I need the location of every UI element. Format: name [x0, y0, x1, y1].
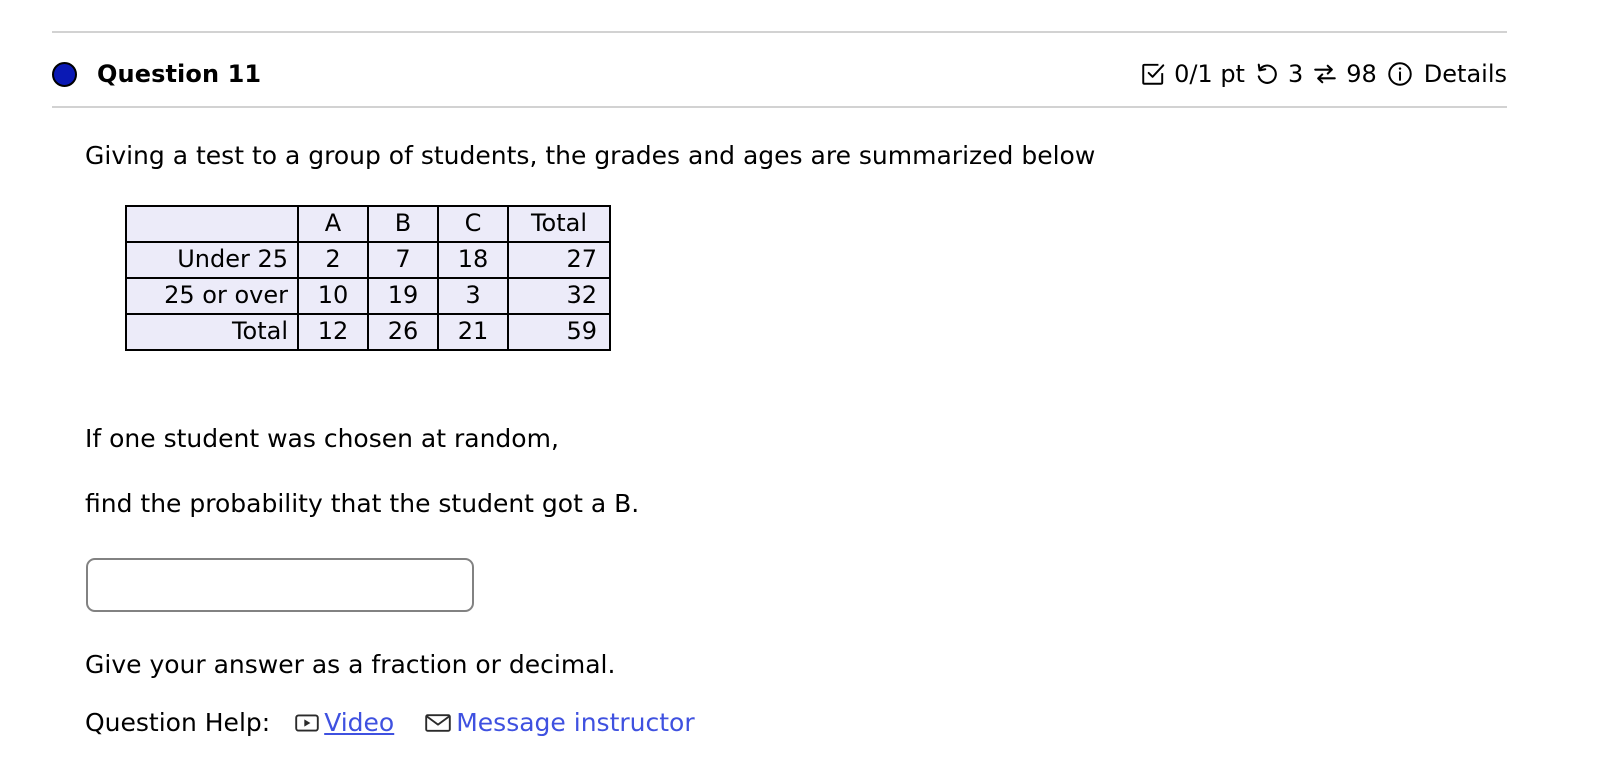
cell-total-a: 12 [297, 313, 369, 351]
views-value: 98 [1346, 60, 1377, 88]
answer-input[interactable] [86, 558, 474, 612]
question-help-label: Question Help: [85, 708, 271, 737]
undo-circular-arrow-icon [1254, 61, 1280, 87]
cell-25over-total: 32 [507, 277, 611, 315]
details-button[interactable]: Details [1386, 60, 1507, 88]
message-link-text: Message instructor [456, 708, 695, 737]
question-line-2: find the probability that the student go… [85, 489, 640, 518]
header-divider-bottom [52, 106, 1507, 108]
cell-25over-b: 19 [367, 277, 439, 315]
question-help-row: Question Help: Video Message instructor [85, 708, 695, 737]
page-title: Question 11 [97, 60, 262, 88]
cell-25over-c: 3 [437, 277, 509, 315]
views-status: 98 [1312, 60, 1377, 88]
header-divider-top [52, 31, 1507, 33]
table-header-row: A B C Total [125, 205, 611, 243]
question-line-1: If one student was chosen at random, [85, 424, 559, 453]
question-prompt: Giving a test to a group of students, th… [85, 141, 1096, 170]
table-corner-cell [125, 205, 299, 243]
envelope-icon [424, 712, 452, 734]
cell-25over-a: 10 [297, 277, 369, 315]
question-page: Question 11 0/1 pt 3 98 Details Giving a… [0, 0, 1600, 764]
cell-under25-b: 7 [367, 241, 439, 279]
question-title-group: Question 11 [52, 60, 261, 88]
cell-under25-a: 2 [297, 241, 369, 279]
cell-total-c: 21 [437, 313, 509, 351]
table-row: 25 or over 10 19 3 32 [125, 277, 611, 315]
question-header: Question 11 0/1 pt 3 98 Details [52, 46, 1507, 102]
grades-table: A B C Total Under 25 2 7 18 27 25 or ove… [125, 205, 611, 351]
question-status-bar: 0/1 pt 3 98 Details [1140, 60, 1507, 88]
column-header-total: Total [507, 205, 611, 243]
video-link-text: Video [324, 708, 395, 737]
video-help-link[interactable]: Video [294, 708, 394, 737]
column-header-a: A [297, 205, 369, 243]
checkbox-checked-icon [1140, 61, 1166, 87]
score-value: 0/1 pt [1174, 60, 1245, 88]
question-status-dot-icon [52, 61, 77, 87]
exchange-arrows-icon [1312, 61, 1338, 87]
row-label-under-25: Under 25 [125, 241, 299, 279]
cell-under25-total: 27 [507, 241, 611, 279]
score-status: 0/1 pt [1140, 60, 1245, 88]
row-label-25-or-over: 25 or over [125, 277, 299, 315]
row-label-total: Total [125, 313, 299, 351]
video-play-icon [294, 712, 320, 734]
cell-under25-c: 18 [437, 241, 509, 279]
attempts-status: 3 [1254, 60, 1303, 88]
table-row: Total 12 26 21 59 [125, 313, 611, 351]
column-header-b: B [367, 205, 439, 243]
details-label: Details [1423, 60, 1507, 88]
message-instructor-link[interactable]: Message instructor [424, 708, 695, 737]
attempts-value: 3 [1287, 60, 1304, 88]
answer-format-hint: Give your answer as a fraction or decima… [85, 650, 616, 679]
info-circle-icon [1386, 60, 1414, 88]
cell-total-total: 59 [507, 313, 611, 351]
table-row: Under 25 2 7 18 27 [125, 241, 611, 279]
column-header-c: C [437, 205, 509, 243]
cell-total-b: 26 [367, 313, 439, 351]
